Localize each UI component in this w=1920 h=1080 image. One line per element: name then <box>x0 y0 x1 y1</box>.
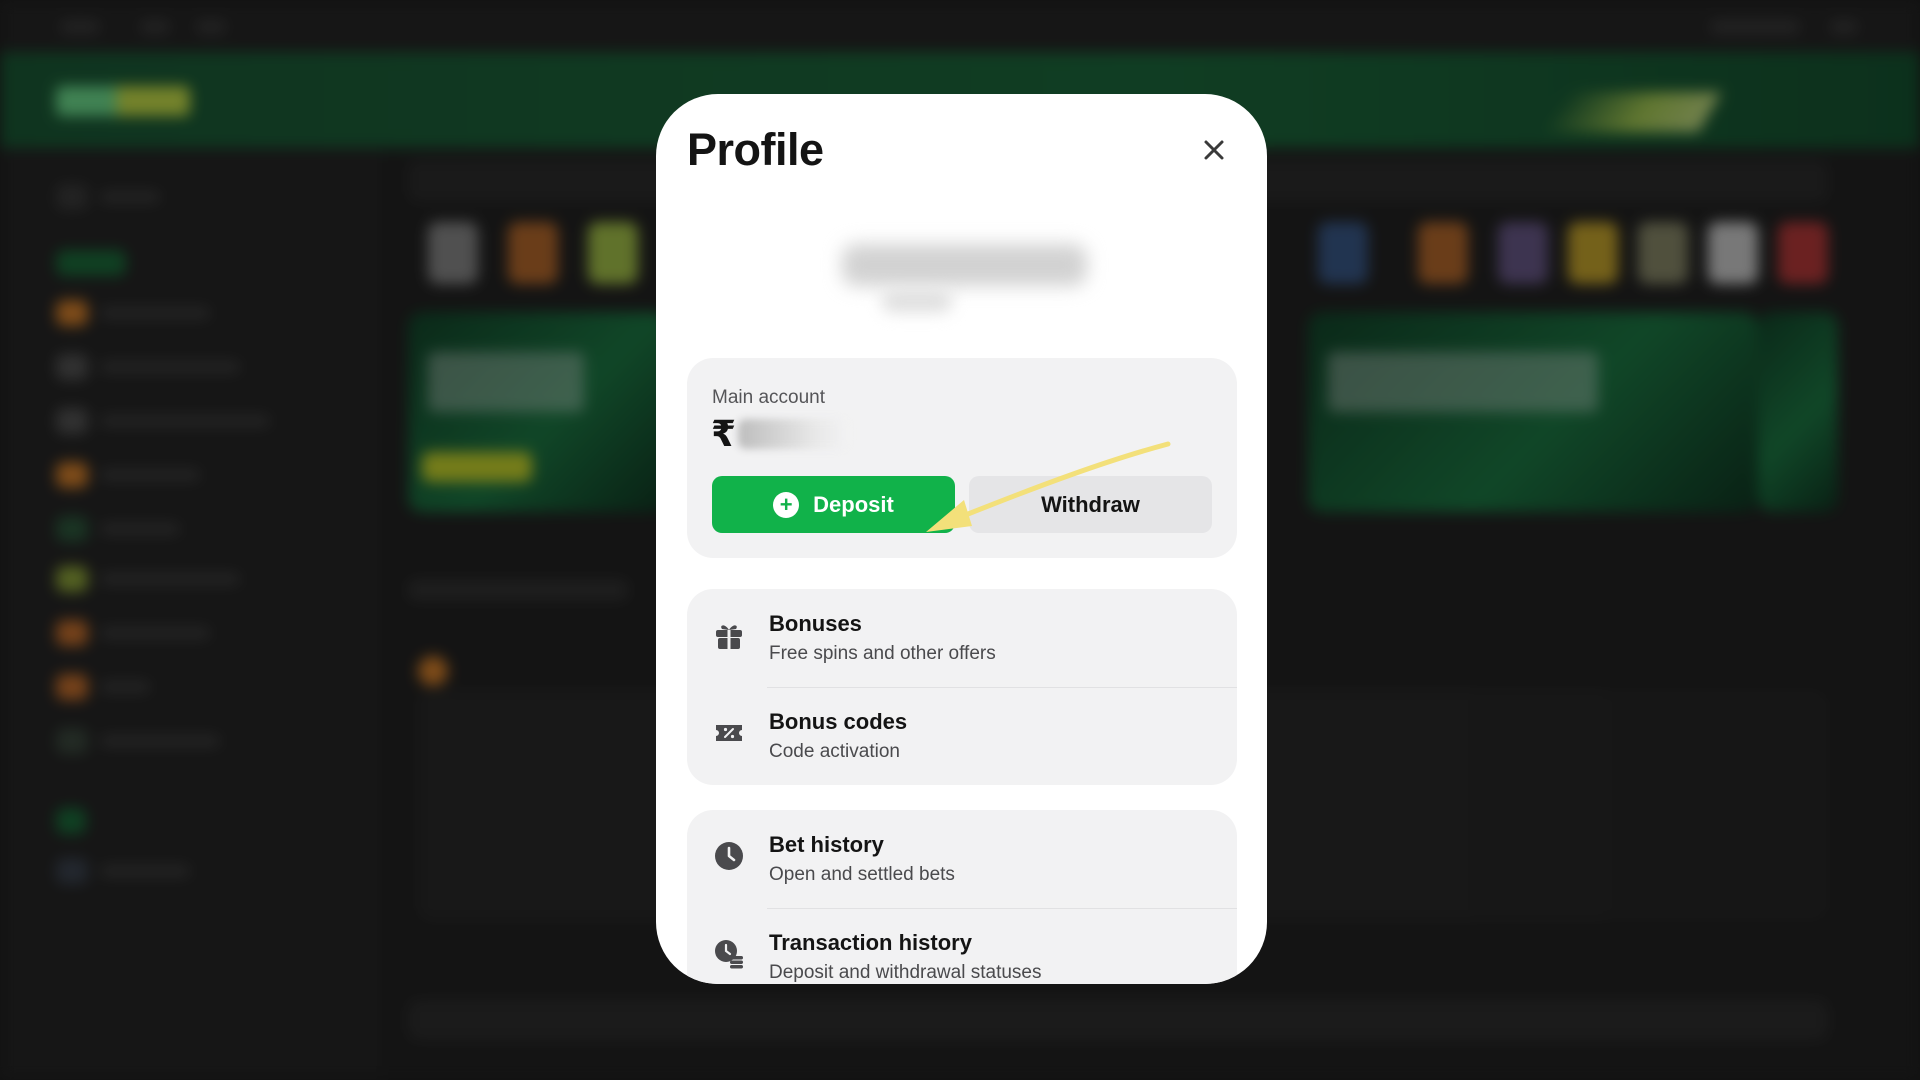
coins-icon <box>715 940 743 969</box>
menu-item-transaction-history[interactable]: Transaction history Deposit and withdraw… <box>687 908 1237 984</box>
clock-icon <box>715 842 743 870</box>
gift-icon <box>716 625 742 649</box>
close-icon <box>1204 140 1224 160</box>
profile-modal: Profile Main account ₹ + Deposit Withdra… <box>656 94 1267 984</box>
balance-amount-redacted <box>738 419 849 449</box>
close-button[interactable] <box>1192 128 1236 172</box>
menu-item-title: Bonus codes <box>769 709 908 734</box>
percent-ticket-icon <box>716 725 742 741</box>
menu-item-subtitle: Free spins and other offers <box>769 643 996 664</box>
deposit-label: Deposit <box>813 491 894 517</box>
menu-group-history: Bet history Open and settled bets Transa… <box>687 810 1237 984</box>
menu-item-title: Transaction history <box>769 930 972 955</box>
menu-item-title: Bet history <box>769 832 884 857</box>
menu-item-bonuses[interactable]: Bonuses Free spins and other offers <box>687 589 1237 687</box>
currency-symbol: ₹ <box>711 413 737 454</box>
withdraw-label: Withdraw <box>1041 491 1140 517</box>
menu-item-subtitle: Code activation <box>769 741 900 762</box>
plus-circle-icon: + <box>773 491 800 518</box>
account-balance: ₹ <box>711 413 849 454</box>
deposit-button[interactable]: + Deposit <box>712 476 955 533</box>
page-title: Profile <box>687 124 824 175</box>
main-account-label: Main account <box>712 387 826 408</box>
menu-item-title: Bonuses <box>769 611 862 636</box>
user-name-redacted <box>842 234 1087 324</box>
menu-item-subtitle: Deposit and withdrawal statuses <box>769 962 1042 983</box>
main-account-card: Main account ₹ + Deposit Withdraw <box>687 358 1237 558</box>
menu-item-bonus-codes[interactable]: Bonus codes Code activation <box>687 687 1237 785</box>
menu-item-bet-history[interactable]: Bet history Open and settled bets <box>687 810 1237 908</box>
menu-item-subtitle: Open and settled bets <box>769 864 955 885</box>
menu-group-bonuses: Bonuses Free spins and other offers Bonu… <box>687 589 1237 785</box>
withdraw-button[interactable]: Withdraw <box>969 476 1212 533</box>
